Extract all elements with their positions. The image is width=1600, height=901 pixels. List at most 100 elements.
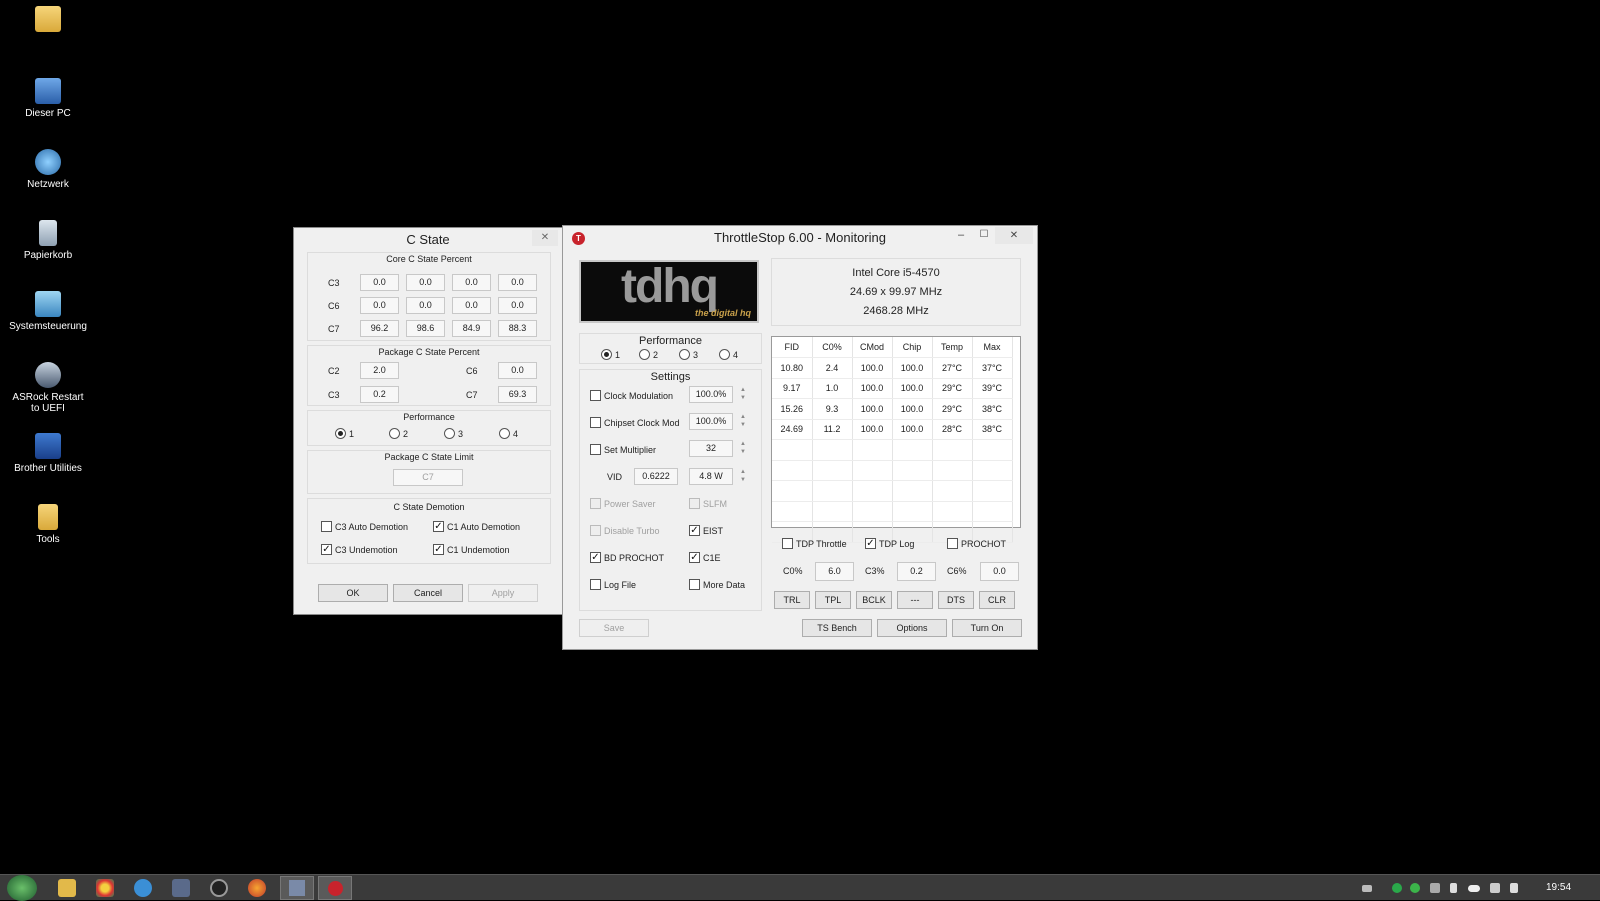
c3-auto-demotion-checkbox[interactable] xyxy=(321,521,332,532)
network-tray-icon[interactable] xyxy=(1490,883,1500,893)
cstate-perf-radio-2[interactable] xyxy=(389,428,400,439)
chipset-clock-mod-value[interactable]: 100.0% xyxy=(689,413,733,430)
vid-value: 0.6222 xyxy=(634,468,678,485)
c1-auto-demotion-checkbox[interactable]: ✓ xyxy=(433,521,444,532)
turn-on-button[interactable]: Turn On xyxy=(952,619,1022,637)
set-multiplier-value[interactable]: 32 xyxy=(689,440,733,457)
save-button[interactable]: Save xyxy=(579,619,649,637)
core-c6-label: C6 xyxy=(328,301,340,311)
gpu-app-icon[interactable] xyxy=(210,879,228,897)
ts-minimize-button[interactable]: – xyxy=(950,229,972,245)
cell-cmod: 100.0 xyxy=(852,398,893,420)
core-cstate-group: Core C State Percent C3 0.0 0.0 0.0 0.0 … xyxy=(307,252,551,341)
c1e-checkbox[interactable]: ✓ xyxy=(689,552,700,563)
ts-bench-button[interactable]: TS Bench xyxy=(802,619,872,637)
chipset-clock-mod-checkbox[interactable] xyxy=(590,417,601,428)
c1-undemotion-label: C1 Undemotion xyxy=(447,545,510,555)
cell-chip: 100.0 xyxy=(892,357,933,379)
cstate-close-button[interactable]: ✕ xyxy=(532,230,558,246)
c1-undemotion-checkbox[interactable]: ✓ xyxy=(433,544,444,555)
cstate-cancel-button[interactable]: Cancel xyxy=(393,584,463,602)
clock-modulation-checkbox[interactable] xyxy=(590,390,601,401)
log-file-checkbox[interactable] xyxy=(590,579,601,590)
throttlestop-tray-icon[interactable] xyxy=(1392,883,1402,893)
firefox-icon[interactable] xyxy=(248,879,266,897)
dash-button[interactable]: --- xyxy=(897,591,933,609)
cstate-perf-label-3: 3 xyxy=(458,429,464,439)
throttlestop-taskbar-button[interactable] xyxy=(318,876,352,900)
desktop-icon-folder[interactable] xyxy=(8,6,88,36)
core-c7-val-3: 84.9 xyxy=(452,320,491,337)
clr-button[interactable]: CLR xyxy=(979,591,1015,609)
cstate-perf-radio-1[interactable] xyxy=(335,428,346,439)
cstate-apply-button[interactable]: Apply xyxy=(468,584,538,602)
keyboard-icon[interactable] xyxy=(1362,885,1372,892)
cstate-limit-select[interactable]: C7 xyxy=(393,469,463,486)
ts-perf-label-4: 4 xyxy=(733,350,739,360)
c3-undemotion-checkbox[interactable]: ✓ xyxy=(321,544,332,555)
col-temp-header: Temp xyxy=(932,337,973,358)
cstate-perf-radio-4[interactable] xyxy=(499,428,510,439)
volume-icon[interactable] xyxy=(1510,883,1518,893)
clock-modulation-spinner[interactable]: ▲ ▼ xyxy=(738,386,748,403)
flag-icon[interactable] xyxy=(1450,883,1457,893)
cpu-name: Intel Core i5-4570 xyxy=(852,267,940,279)
power-saver-checkbox[interactable] xyxy=(590,498,601,509)
options-button[interactable]: Options xyxy=(877,619,947,637)
cstate-perf-radio-3[interactable] xyxy=(444,428,455,439)
desktop-icon-systemsteuerung[interactable]: Systemsteuerung xyxy=(8,291,88,332)
ts-close-button[interactable]: ✕ xyxy=(995,227,1033,244)
tdp-throttle-checkbox[interactable] xyxy=(782,538,793,549)
desktop-icon-tools[interactable]: Tools xyxy=(8,504,88,545)
file-explorer-icon[interactable] xyxy=(58,879,76,897)
vid-spinner[interactable]: ▲ ▼ xyxy=(738,468,748,485)
desktop-icon-netzwerk[interactable]: Netzwerk xyxy=(8,149,88,190)
eist-checkbox[interactable]: ✓ xyxy=(689,525,700,536)
cell-c0: 1.0 xyxy=(812,378,853,399)
network-app-taskbar-button[interactable] xyxy=(280,876,314,900)
disable-turbo-checkbox[interactable] xyxy=(590,525,601,536)
chipset-clock-mod-spinner[interactable]: ▲ ▼ xyxy=(738,413,748,430)
table-row: 24.69 11.2 100.0 100.0 28°C 38°C xyxy=(772,419,1013,440)
cstate-ok-button[interactable]: OK xyxy=(318,584,388,602)
start-orb-icon[interactable] xyxy=(7,875,37,901)
slfm-checkbox[interactable] xyxy=(689,498,700,509)
chrome-icon[interactable] xyxy=(96,879,114,897)
taskbar-clock[interactable]: 19:54 xyxy=(1546,882,1571,893)
desktop-icon-asrock-uefi[interactable]: ASRock Restart to UEFI xyxy=(8,362,88,414)
tdhq-logo: tdhq the digital hq xyxy=(579,260,759,323)
drive-tray-icon[interactable] xyxy=(1430,883,1440,893)
tpl-button[interactable]: TPL xyxy=(815,591,851,609)
clock-modulation-value[interactable]: 100.0% xyxy=(689,386,733,403)
c3-auto-demotion-label: C3 Auto Demotion xyxy=(335,522,409,532)
dts-button[interactable]: DTS xyxy=(938,591,974,609)
ts-perf-radio-1[interactable] xyxy=(601,349,612,360)
green-tray-icon[interactable] xyxy=(1410,883,1420,893)
cstate-limit-title: Package C State Limit xyxy=(384,452,474,462)
desktop-icon-papierkorb[interactable]: Papierkorb xyxy=(8,220,88,261)
ts-perf-radio-2[interactable] xyxy=(639,349,650,360)
desktop-icon-brother-utilities[interactable]: Brother Utilities xyxy=(8,433,88,474)
ts-maximize-button[interactable]: ☐ xyxy=(973,229,995,245)
cloud-icon[interactable] xyxy=(1468,885,1480,892)
core-c6-val-4: 0.0 xyxy=(498,297,537,314)
desktop-icon-dieser-pc[interactable]: Dieser PC xyxy=(8,78,88,119)
c0-percent-label: C0% xyxy=(783,566,803,576)
cell-max: 37°C xyxy=(972,357,1013,379)
prochot-label: PROCHOT xyxy=(961,539,1006,549)
tdp-log-checkbox[interactable]: ✓ xyxy=(865,538,876,549)
tdp-log-label: TDP Log xyxy=(879,539,915,549)
ts-perf-radio-3[interactable] xyxy=(679,349,690,360)
floppy-app-icon[interactable] xyxy=(172,879,190,897)
more-data-checkbox[interactable] xyxy=(689,579,700,590)
trl-button[interactable]: TRL xyxy=(774,591,810,609)
cstate-window: C State ✕ Core C State Percent C3 0.0 0.… xyxy=(293,227,563,615)
internet-explorer-icon[interactable] xyxy=(134,879,152,897)
set-multiplier-spinner[interactable]: ▲ ▼ xyxy=(738,440,748,457)
bclk-button[interactable]: BCLK xyxy=(856,591,892,609)
prochot-checkbox[interactable] xyxy=(947,538,958,549)
col-max-header: Max xyxy=(972,337,1013,358)
ts-perf-radio-4[interactable] xyxy=(719,349,730,360)
set-multiplier-checkbox[interactable] xyxy=(590,444,601,455)
bd-prochot-checkbox[interactable]: ✓ xyxy=(590,552,601,563)
